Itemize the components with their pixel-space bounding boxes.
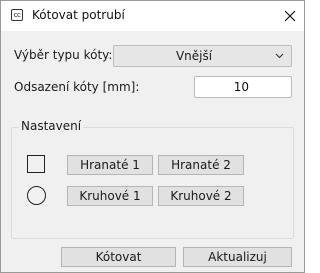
dimension-type-label: Výběr typu kóty:	[14, 48, 113, 62]
update-button[interactable]: Aktualizuj	[183, 247, 292, 267]
close-button[interactable]	[279, 5, 301, 27]
dialog-window: cc Kótovat potrubí Výběr typu kóty: Vněj…	[0, 0, 305, 273]
dimension-type-select[interactable]: Vnější	[113, 45, 292, 67]
settings-group	[11, 127, 294, 239]
circle-shape-icon	[27, 186, 46, 205]
window-title: Kótovat potrubí	[32, 8, 125, 22]
dimension-button[interactable]: Kótovat	[61, 247, 176, 267]
app-icon: cc	[11, 9, 23, 21]
square-2-button[interactable]: Hranaté 2	[158, 155, 244, 175]
square-1-button[interactable]: Hranaté 1	[67, 155, 153, 175]
round-1-button[interactable]: Kruhové 1	[67, 186, 153, 206]
dimension-type-value: Vnější	[175, 49, 213, 63]
settings-group-title: Nastavení	[19, 119, 84, 133]
round-2-button[interactable]: Kruhové 2	[158, 186, 244, 206]
dialog-content: Výběr typu kóty: Vnější Odsazení kóty [m…	[1, 31, 304, 272]
close-icon	[284, 10, 296, 22]
square-shape-icon	[27, 155, 45, 173]
dimension-offset-label: Odsazení kóty [mm]:	[14, 80, 140, 94]
chevron-down-icon	[275, 53, 284, 59]
dimension-offset-input[interactable]	[194, 76, 292, 98]
title-bar: cc Kótovat potrubí	[1, 1, 304, 31]
